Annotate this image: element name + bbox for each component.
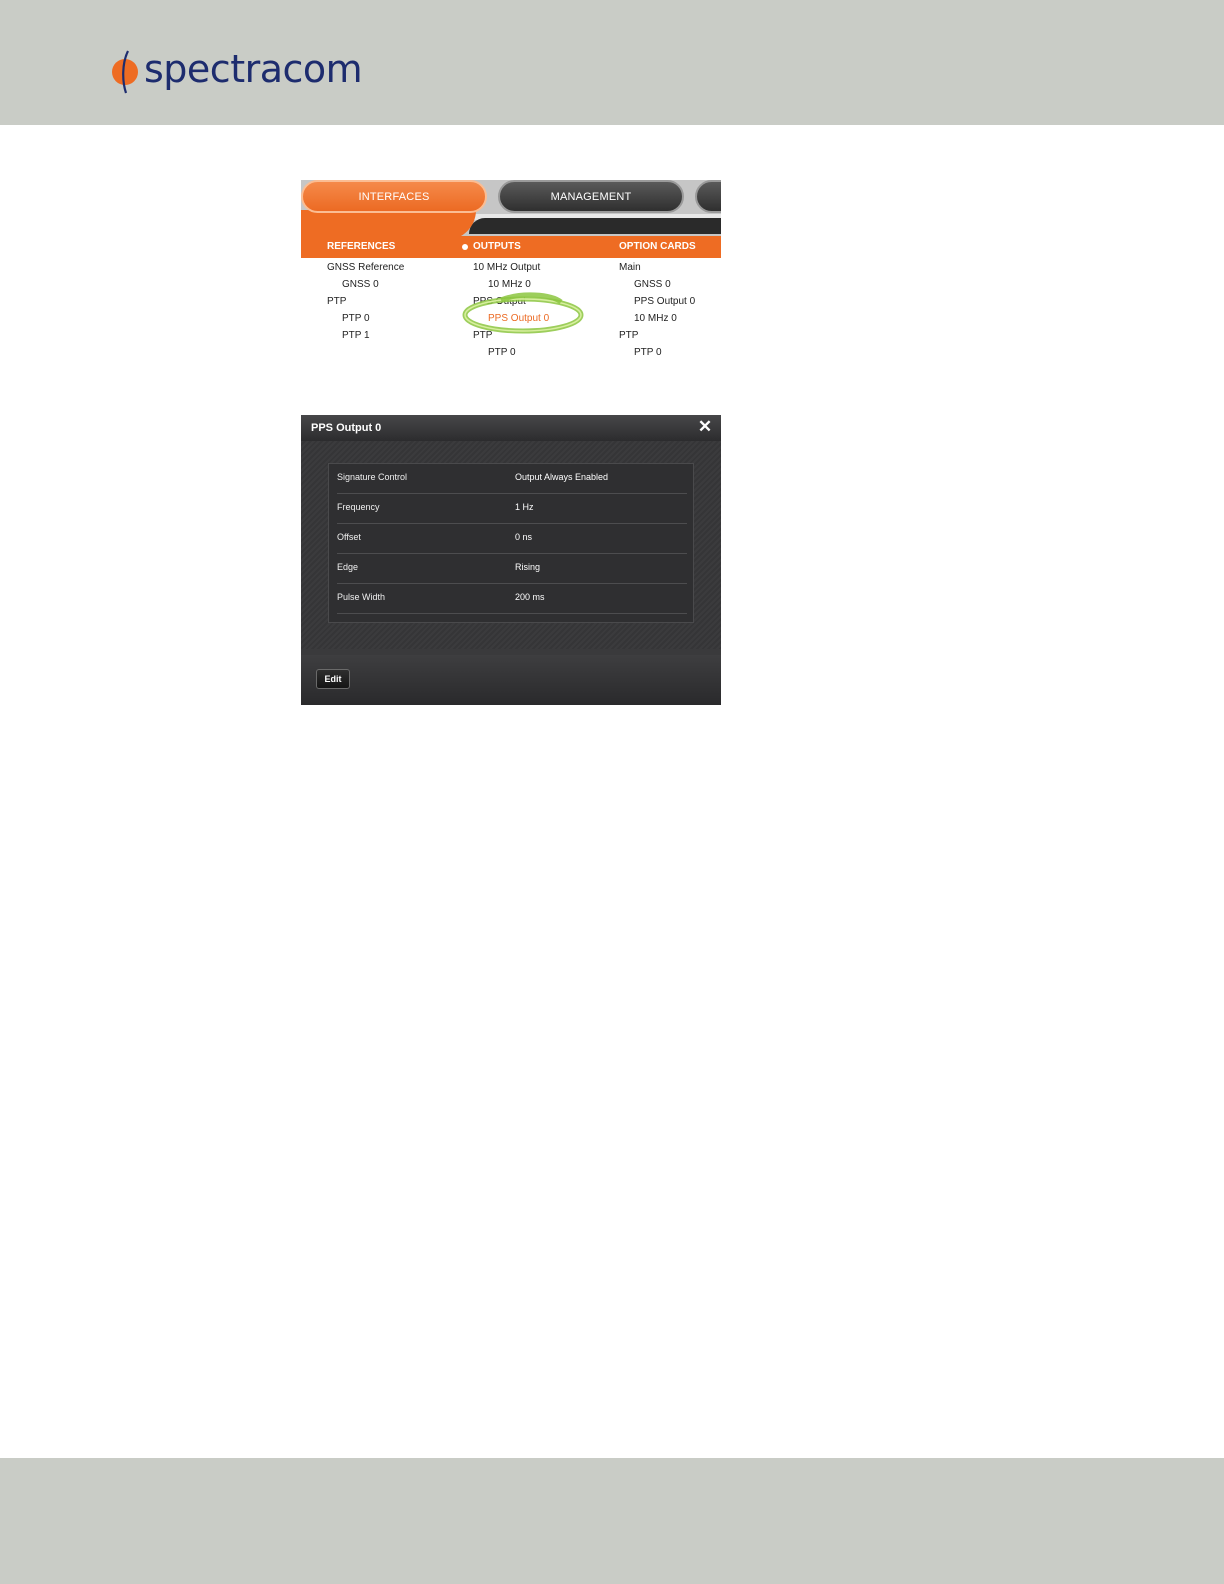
row-label: Offset <box>337 532 361 542</box>
table-row: Offset 0 ns <box>337 524 687 554</box>
row-label: Frequency <box>337 502 380 512</box>
menu-item-ptp-1[interactable]: PTP 1 <box>342 330 370 341</box>
row-value: Output Always Enabled <box>515 472 609 482</box>
brand-name: spectracom <box>144 47 363 91</box>
close-icon[interactable]: ✕ <box>696 418 714 436</box>
menu-item-cards-ptp[interactable]: PTP <box>619 330 638 341</box>
spectracom-logo-icon <box>112 50 138 94</box>
menu-heading-outputs: OUTPUTS <box>473 241 521 252</box>
row-value: Rising <box>515 562 541 572</box>
table-row: Signature Control Output Always Enabled <box>337 464 687 494</box>
page-footer <box>0 1458 1224 1584</box>
page-header: spectracom <box>0 0 1224 125</box>
dialog-footer: Edit <box>301 655 721 705</box>
tab-strip-shadow <box>469 218 721 234</box>
dialog-title: PPS Output 0 <box>311 422 382 434</box>
menu-item-cards-gnss-0[interactable]: GNSS 0 <box>634 279 671 290</box>
current-section-bullet-icon <box>462 244 468 250</box>
row-label: Signature Control <box>337 472 408 482</box>
menu-item-cards-pps-output-0[interactable]: PPS Output 0 <box>634 296 695 307</box>
brand-logo: spectracom <box>110 47 363 96</box>
row-label: Edge <box>337 562 359 572</box>
tab-management[interactable]: MANAGEMENT <box>498 180 684 213</box>
pps-output-dialog: PPS Output 0 ✕ Signature Control Output … <box>301 415 721 705</box>
table-row: Pulse Width 200 ms <box>337 584 687 614</box>
row-value: 0 ns <box>515 532 533 542</box>
tab-interfaces[interactable]: INTERFACES <box>301 180 487 213</box>
row-value: 1 Hz <box>515 502 534 512</box>
menu-item-main[interactable]: Main <box>619 262 641 273</box>
menu-item-ptp[interactable]: PTP <box>327 296 346 307</box>
table-row: Edge Rising <box>337 554 687 584</box>
interfaces-menu-screenshot: INTERFACES MANAGEMENT REFERENCES OUTPUTS… <box>301 180 721 365</box>
table-row: Frequency 1 Hz <box>337 494 687 524</box>
row-label: Pulse Width <box>337 592 386 602</box>
menu-heading-option-cards: OPTION CARDS <box>619 241 696 252</box>
edit-button[interactable]: Edit <box>316 669 350 689</box>
menu-item-gnss-reference[interactable]: GNSS Reference <box>327 262 404 273</box>
dialog-title-bar: PPS Output 0 ✕ <box>301 415 721 441</box>
menu-heading-references: REFERENCES <box>327 241 396 252</box>
menu-item-outputs-ptp-0[interactable]: PTP 0 <box>488 347 516 358</box>
row-value: 200 ms <box>515 592 545 602</box>
dialog-body: Signature Control Output Always Enabled … <box>301 441 721 649</box>
highlight-ring-icon <box>462 292 584 334</box>
properties-table: Signature Control Output Always Enabled … <box>328 463 694 623</box>
menu-item-10mhz-output[interactable]: 10 MHz Output <box>473 262 540 273</box>
tab-partial[interactable] <box>695 180 721 213</box>
menu-item-ptp-0[interactable]: PTP 0 <box>342 313 370 324</box>
menu-item-gnss-0[interactable]: GNSS 0 <box>342 279 379 290</box>
menu-item-cards-ptp-0[interactable]: PTP 0 <box>634 347 662 358</box>
menu-item-cards-10mhz-0[interactable]: 10 MHz 0 <box>634 313 677 324</box>
menu-item-10mhz-0[interactable]: 10 MHz 0 <box>488 279 531 290</box>
